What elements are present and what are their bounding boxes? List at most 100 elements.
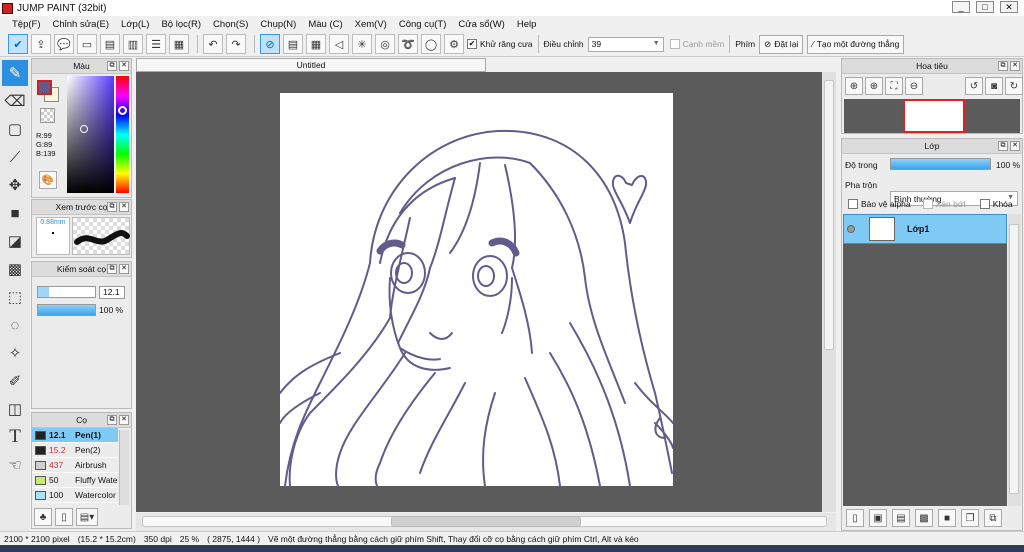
eraser-tool-icon[interactable]: ⌫ — [2, 88, 28, 114]
menu-edit[interactable]: Chỉnh sửa(E) — [47, 19, 116, 30]
sv-cursor[interactable] — [80, 125, 88, 133]
pen-tool-icon[interactable]: ✎ — [2, 60, 28, 86]
detach-icon[interactable]: ⧉ — [107, 61, 117, 71]
page-icon[interactable]: ▥ — [123, 34, 143, 54]
merge-layer-icon[interactable]: ⧉ — [984, 509, 1002, 527]
close-icon[interactable]: ✕ — [119, 202, 129, 212]
new-halftone-layer-icon[interactable]: ▩ — [915, 509, 933, 527]
comment-icon[interactable]: ▭ — [77, 34, 97, 54]
bucket-tool-icon[interactable]: ◪ — [2, 228, 28, 254]
settings-icon[interactable]: ⚙ — [444, 34, 464, 54]
menu-color[interactable]: Màu (C) — [302, 19, 348, 30]
palette-icon[interactable]: 🎨 — [39, 171, 57, 189]
new-layer-1bit-icon[interactable]: ▤ — [892, 509, 910, 527]
list-icon[interactable]: ☰ — [146, 34, 166, 54]
lock-checkbox[interactable] — [979, 199, 990, 209]
detach-icon[interactable]: ⧉ — [107, 415, 117, 425]
rotate-reset-icon[interactable]: ◙ — [985, 77, 1003, 95]
close-icon[interactable]: ✕ — [1010, 141, 1020, 151]
zoom-out-icon[interactable]: ⊖ — [905, 77, 923, 95]
add-brush-icon[interactable]: ♣ — [34, 508, 52, 526]
hand-tool-icon[interactable]: ☜ — [2, 452, 28, 478]
parallel-lines-icon[interactable]: ▤ — [283, 34, 303, 54]
fill-rect-tool-icon[interactable]: ■ — [2, 200, 28, 226]
new-page-icon[interactable]: ▯ — [55, 508, 73, 526]
move-tool-icon[interactable]: ✥ — [2, 172, 28, 198]
layer-opacity-slider[interactable] — [890, 158, 991, 170]
lasso-tool-icon[interactable]: ◌ — [2, 312, 28, 338]
magic-wand-tool-icon[interactable]: ✧ — [2, 340, 28, 366]
rectangle-tool-icon[interactable]: ▢ — [2, 116, 28, 142]
size-value[interactable]: 12.1 — [99, 286, 125, 299]
antialias-checkbox[interactable]: ✔ — [467, 39, 477, 49]
rotate-right-icon[interactable]: ↻ — [1005, 77, 1023, 95]
drawing-canvas[interactable] — [279, 93, 674, 487]
menu-help[interactable]: Help — [511, 19, 543, 30]
hue-cursor[interactable] — [118, 106, 127, 115]
saturation-value-picker[interactable] — [67, 76, 114, 193]
curve-icon[interactable]: ➰ — [398, 34, 418, 54]
grid-icon[interactable]: ▦ — [169, 34, 189, 54]
layer-list-scrollbar[interactable] — [1008, 214, 1021, 506]
detach-icon[interactable]: ⧉ — [107, 202, 117, 212]
close-icon[interactable]: ✕ — [1010, 61, 1020, 71]
fg-color-swatch[interactable] — [37, 80, 52, 95]
clip-checkbox[interactable] — [922, 199, 933, 209]
close-button[interactable]: ✕ — [1000, 1, 1018, 13]
menu-layer[interactable]: Lớp(L) — [115, 19, 155, 30]
close-icon[interactable]: ✕ — [119, 61, 129, 71]
menu-select[interactable]: Chọn(S) — [207, 19, 254, 30]
document-tab[interactable]: Untitled — [136, 58, 486, 72]
hue-slider[interactable] — [116, 76, 129, 193]
menu-window[interactable]: Cửa sổ(W) — [452, 19, 510, 30]
transparent-swatch[interactable] — [40, 108, 55, 123]
close-icon[interactable]: ✕ — [119, 415, 129, 425]
brush-item[interactable]: 12.1 Pen(1) — [32, 428, 118, 443]
duplicate-layer-icon[interactable]: ❐ — [961, 509, 979, 527]
text-tool-icon[interactable]: T — [2, 424, 28, 450]
select-pen-tool-icon[interactable]: ✐ — [2, 368, 28, 394]
brush-item[interactable]: 15.2 Pen(2) — [32, 443, 118, 458]
menu-filter[interactable]: Bộ lọc(R) — [155, 19, 207, 30]
brush-item[interactable]: 50 Fluffy Wate — [32, 473, 118, 488]
menu-capture[interactable]: Chụp(N) — [254, 19, 302, 30]
menu-file[interactable]: Tệp(F) — [6, 19, 47, 30]
close-icon[interactable]: ✕ — [119, 264, 129, 274]
perspective-icon[interactable]: ◁ — [329, 34, 349, 54]
brush-item[interactable]: 437 Airbrush — [32, 458, 118, 473]
new-layer-icon[interactable]: ▯ — [846, 509, 864, 527]
brush-item[interactable]: 100 Watercolor — [32, 488, 118, 503]
brush-list-scrollbar[interactable] — [119, 430, 129, 505]
undo-icon[interactable]: ↶ — [203, 34, 223, 54]
new-folder-icon[interactable]: ■ — [938, 509, 956, 527]
horizontal-scrollbar[interactable] — [136, 513, 836, 531]
zoom-reset-icon[interactable]: ⊕ — [845, 77, 863, 95]
maximize-button[interactable]: □ — [976, 1, 994, 13]
redo-icon[interactable]: ↷ — [226, 34, 246, 54]
visibility-icon[interactable] — [847, 225, 855, 233]
grid-snap-icon[interactable]: ▦ — [306, 34, 326, 54]
menu-tools[interactable]: Công cụ(T) — [393, 19, 453, 30]
vertical-scrollbar[interactable] — [822, 72, 836, 512]
detach-icon[interactable]: ⧉ — [998, 61, 1008, 71]
minimize-button[interactable]: _ — [952, 1, 970, 13]
edge-checkbox[interactable] — [669, 39, 680, 49]
adjust-dropdown[interactable]: 39 ▼ — [587, 36, 664, 52]
menu-dropdown-icon[interactable]: ▤▾ — [76, 508, 98, 526]
size-slider[interactable] — [37, 286, 96, 298]
snap-none-icon[interactable]: ⊘ — [260, 34, 280, 54]
reset-button[interactable]: ⊘ Đặt lại — [759, 34, 804, 54]
brush-tool-icon[interactable]: ⟋ — [2, 144, 28, 170]
chat-icon[interactable]: 💬 — [54, 34, 74, 54]
detach-icon[interactable]: ⧉ — [107, 264, 117, 274]
gradient-tool-icon[interactable]: ▩ — [2, 256, 28, 282]
protect-alpha-checkbox[interactable] — [848, 199, 858, 209]
detach-icon[interactable]: ⧉ — [998, 141, 1008, 151]
opacity-slider[interactable] — [37, 304, 96, 316]
check-icon[interactable]: ✔ — [8, 34, 28, 54]
menu-view[interactable]: Xem(V) — [349, 19, 393, 30]
select-rect-tool-icon[interactable]: ⬚ — [2, 284, 28, 310]
radial-lines-icon[interactable]: ✳ — [352, 34, 372, 54]
concentric-circles-icon[interactable]: ◎ — [375, 34, 395, 54]
rotate-left-icon[interactable]: ↺ — [965, 77, 983, 95]
